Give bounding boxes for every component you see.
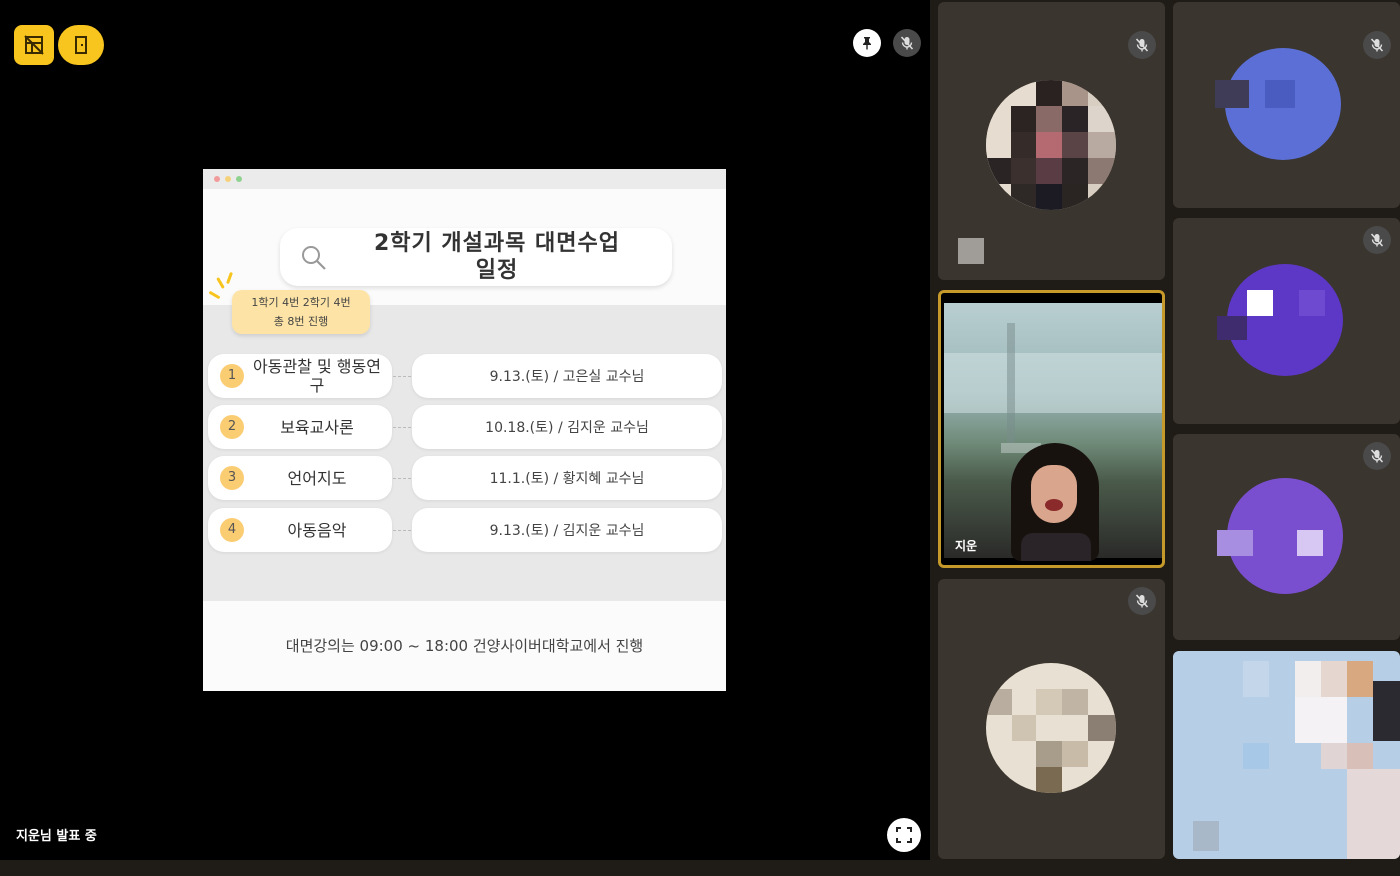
- participant-avatar-blurred: [986, 80, 1116, 210]
- connector-line: [393, 427, 411, 428]
- course-schedule: 11.1.(토) / 황지혜 교수님: [412, 456, 722, 500]
- presentation-stage: 2학기 개설과목 대면수업 일정 1학기 4번 2학기 4번 총 8번 진행 1…: [0, 0, 930, 860]
- course-name: 보육교사론: [280, 417, 354, 437]
- mic-off-icon: [1370, 449, 1384, 463]
- participant-tile[interactable]: [938, 579, 1165, 859]
- participant-mic-status: [1363, 442, 1391, 470]
- video-window-frame: [1007, 323, 1015, 443]
- sticky-note: 1학기 4번 2학기 4번 총 8번 진행: [232, 290, 370, 334]
- mic-off-icon: [1135, 594, 1149, 608]
- mic-off-icon: [1370, 38, 1384, 52]
- layout-off-icon: [24, 35, 44, 55]
- slide-header: 2학기 개설과목 대면수업 일정: [203, 189, 726, 305]
- participant-name: 지운: [955, 539, 978, 553]
- slide-title: 2학기 개설과목 대면수업 일정: [342, 230, 652, 284]
- connector-line: [393, 376, 411, 377]
- course-number: 4: [220, 518, 244, 542]
- course-name: 아동음악: [287, 520, 347, 540]
- slide-title-box: 2학기 개설과목 대면수업 일정: [280, 228, 672, 286]
- speaker-silhouette: [1001, 443, 1106, 561]
- course-schedule: 9.13.(토) / 고은실 교수님: [412, 354, 722, 398]
- video-window-light: [944, 353, 1162, 413]
- sticky-note-line2: 총 8번 진행: [273, 315, 329, 328]
- participant-tile[interactable]: [1173, 2, 1400, 208]
- participant-mic-status: [1363, 31, 1391, 59]
- course-name: 아동관찰 및 행동연구: [253, 357, 381, 395]
- layout-toggle-button[interactable]: [14, 25, 54, 65]
- course-number: 3: [220, 466, 244, 490]
- shared-slide: 2학기 개설과목 대면수업 일정 1학기 4번 2학기 4번 총 8번 진행 1…: [203, 169, 726, 691]
- participant-tile[interactable]: [1173, 434, 1400, 640]
- presenter-mic-status: [893, 29, 921, 57]
- schedule-section: [203, 305, 726, 601]
- window-dot-yellow: [225, 176, 231, 182]
- pin-button[interactable]: [853, 29, 881, 57]
- participant-avatar-blurred: [986, 663, 1116, 793]
- slide-window-bar: [203, 169, 726, 189]
- pin-icon: [863, 37, 871, 50]
- mic-off-icon: [1135, 38, 1149, 52]
- participant-avatar-blurred: [1217, 264, 1343, 376]
- participant-mic-status: [1128, 587, 1156, 615]
- slide-title-line1: 2학기 개설과목 대면수업: [373, 231, 621, 256]
- exit-door-icon: [75, 36, 87, 54]
- exit-button[interactable]: [58, 25, 104, 65]
- participant-tile[interactable]: [1173, 218, 1400, 424]
- course-number: 2: [220, 415, 244, 439]
- window-dot-green: [236, 176, 242, 182]
- video-meeting-app: 2학기 개설과목 대면수업 일정 1학기 4번 2학기 4번 총 8번 진행 1…: [0, 0, 1400, 876]
- slide-title-line2: 일정: [475, 258, 519, 283]
- search-icon: [302, 246, 326, 270]
- course-schedule: 9.13.(토) / 김지운 교수님: [412, 508, 722, 552]
- course-item: 2 보육교사론: [208, 405, 392, 449]
- course-item: 4 아동음악: [208, 508, 392, 552]
- sticky-note-line1: 1학기 4번 2학기 4번: [251, 296, 351, 309]
- connector-line: [393, 478, 411, 479]
- course-schedule: 10.18.(토) / 김지운 교수님: [412, 405, 722, 449]
- fullscreen-button[interactable]: [887, 818, 921, 852]
- mic-off-icon: [1370, 233, 1384, 247]
- participant-mic-status: [1363, 226, 1391, 254]
- presenter-status-label: 지운님 발표 중: [16, 829, 97, 844]
- participant-avatar-blurred: [1217, 478, 1343, 594]
- course-name: 언어지도: [287, 468, 347, 488]
- participant-mic-status: [1128, 31, 1156, 59]
- mic-off-icon: [900, 36, 914, 50]
- course-item: 1 아동관찰 및 행동연구: [208, 354, 392, 398]
- course-number: 1: [220, 364, 244, 388]
- course-item: 3 언어지도: [208, 456, 392, 500]
- window-dot-red: [214, 176, 220, 182]
- blurred-name-label: [958, 238, 984, 264]
- participant-tile[interactable]: [1173, 651, 1400, 859]
- participant-tile[interactable]: [938, 2, 1165, 280]
- connector-line: [393, 530, 411, 531]
- participant-avatar-blurred: [1215, 48, 1341, 160]
- participant-video-blurred: [1173, 651, 1400, 859]
- fullscreen-icon: [896, 827, 912, 843]
- active-speaker-tile[interactable]: 지운: [938, 290, 1165, 568]
- slide-footer: 대면강의는 09:00 ~ 18:00 건양사이버대학교에서 진행: [203, 601, 726, 691]
- slide-footer-text: 대면강의는 09:00 ~ 18:00 건양사이버대학교에서 진행: [285, 637, 644, 655]
